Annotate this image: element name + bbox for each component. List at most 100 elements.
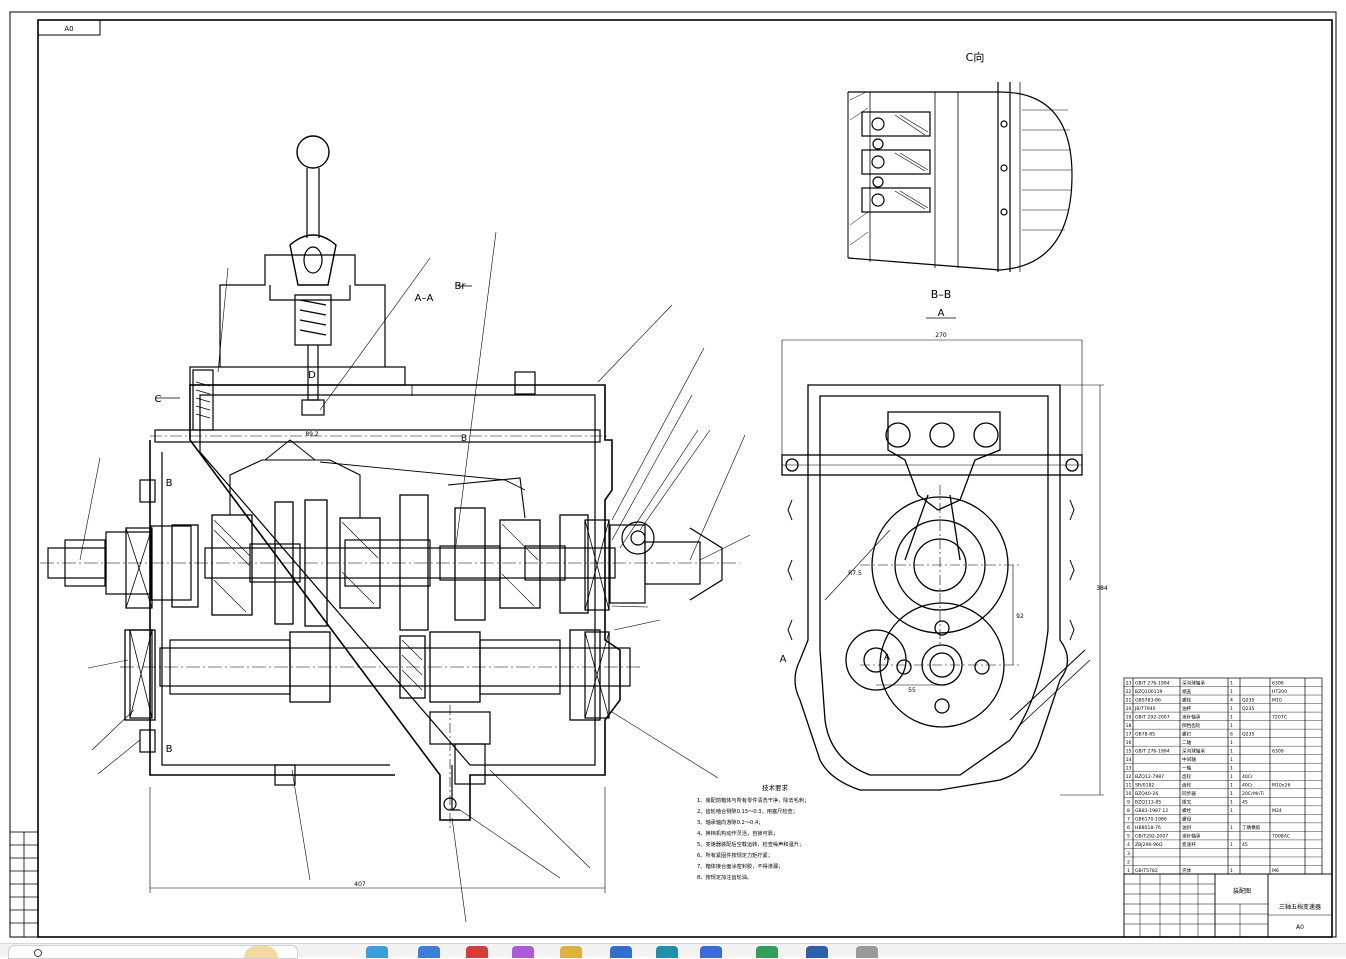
mail-icon[interactable] [610,946,632,958]
bom-cell: BZQ113-85 [1135,800,1161,806]
bom-cell: 1 [1230,825,1233,831]
bom-cell: 16 [1126,740,1132,746]
tech-note-2: 2、齿轮啮合侧隙0.15～0.3，用塞尺检查； [697,807,798,815]
cad-icon[interactable] [700,946,722,958]
tech-notes-title: 技术要求 [762,783,789,792]
bom-cell: 13 [1126,766,1132,772]
bom-cell: GB/T292-2007 [1135,834,1168,840]
bom-cell: GB78-85 [1135,731,1155,737]
bom-cell: SR/0182 [1135,783,1154,789]
bom-cell: 18 [1126,723,1132,729]
bom-cell: 倒档齿轮 [1182,722,1201,729]
taskbar [0,943,1346,959]
bom-cell: 1 [1230,808,1233,814]
sheet-outer-border [9,11,1337,938]
bom-cell: 7 [1127,817,1130,823]
bom-cell: 中间轴 [1182,756,1196,763]
bom-cell: 17 [1126,731,1132,737]
bom-cell: 11 [1126,783,1132,789]
dim-shift-rail: 89.2 [305,431,319,438]
folder-icon[interactable] [560,946,582,958]
section-mark-br: Br [455,281,467,292]
left-margin-strip [9,831,39,938]
sheet-size-text: A0 [64,25,73,33]
bom-cell: 螺钉 [1182,730,1192,737]
bom-cell: GB/T5782 [1135,868,1158,874]
view-aa-label: A–A [415,293,434,304]
explorer-icon[interactable] [366,946,388,958]
bom-cell: M24 [1272,808,1282,814]
bom-cell: BZQ40-26 [1135,791,1158,797]
tech-note-3: 3、轴承轴向游隙0.2～0.4； [697,818,764,826]
bom-cell: 20CrMnTi [1242,791,1264,797]
bom-cell: 20 [1126,706,1132,712]
bom-cell: HT200 [1272,689,1287,695]
bom-cell: 5 [1127,834,1130,840]
app-icon[interactable] [656,946,678,958]
bom-cell: 23 [1126,680,1132,686]
bom-cell: 6306 [1272,680,1284,686]
title-block-label: 装配图 [1233,887,1251,895]
bom-cell: 二轴 [1182,739,1192,746]
bom-cell: 深沟球轴承 [1182,679,1205,686]
bom-cell: 1 [1230,766,1233,772]
tech-note-5: 5、变速器装配后空载运转，检查噪声和温升； [697,840,804,848]
doc-icon[interactable] [806,946,828,958]
bom-cell: 9 [1127,800,1130,806]
bom-cell: JB/T7940 [1134,706,1156,712]
bom-cell: 45 [1242,842,1248,848]
view-c [847,82,1073,272]
title-block-sheet: A0 [1296,924,1304,931]
dim-width-bb: 270 [935,332,947,339]
bom-cell: GB/T 276-1994 [1135,748,1170,754]
bom-cell: BZQ12-7987 [1135,774,1164,780]
bom-cell: 40Cr [1242,774,1253,780]
bom-cell: 拨叉 [1182,799,1192,806]
dim-height-bb: 384 [1096,585,1108,592]
search-icon [34,949,42,957]
weather-widget-icon[interactable] [244,946,278,958]
bom-cell: Q235 [1242,731,1254,737]
bom-cell: 22 [1126,689,1132,695]
sheet-inner-border [37,19,1333,938]
bom-cell: 1 [1230,774,1233,780]
tech-note-1: 1、装配前箱体与所有零件清洗干净，除去毛刺； [697,796,809,804]
viewer-icon[interactable] [756,946,778,958]
bom-cell: 1 [1230,748,1233,754]
bom-cell: M10 [1272,697,1282,703]
section-mark-a-top: A [938,308,945,319]
edge-icon[interactable] [418,946,440,958]
bom-cell: 1 [1230,757,1233,763]
bom-cell: 14 [1126,757,1132,763]
view-bb [781,317,1104,796]
bom-cell: GB5783-86 [1135,697,1161,703]
bom-cell: 螺栓 [1182,696,1192,703]
tech-note-6: 6、所有紧固件按规定力矩拧紧； [697,851,773,859]
bom-cell: 滚针轴承 [1182,713,1201,720]
bom-cell: 1 [1230,723,1233,729]
bom-cell: 1 [1230,791,1233,797]
copilot-icon[interactable] [466,946,488,958]
bom-cell: 4 [1230,697,1233,703]
drawing-viewer: A0 A–A Br C D B B B 89.2 407 C向 B–B A A … [0,0,1346,943]
store-icon[interactable] [512,946,534,958]
settings-icon[interactable] [856,946,878,958]
bom-cell: 丁腈橡胶 [1242,824,1261,831]
bom-cell: 1 [1230,783,1233,789]
bom-cell: 4 [1127,842,1130,848]
section-mark-c: C [155,394,162,405]
bom-cell: 3 [1127,851,1130,857]
bom-cell: 油杯 [1182,705,1192,712]
bom-cell: 1 [1230,706,1233,712]
dim-total-length: 407 [354,881,366,888]
tech-note-4: 4、换档机构动作灵活，自锁可靠； [697,829,778,837]
bom-cell: 1 [1230,842,1233,848]
bom-cell: 1 [1127,868,1130,874]
bom-cell: 19 [1126,714,1132,720]
bom-cell: 15 [1126,748,1132,754]
bom-cell: M10x26 [1272,783,1290,789]
bom-cell: 一轴 [1182,765,1192,772]
bom-rows: 23 GB/T 276-1994 深沟球轴承 1 630622 BZQ100119 端盖 1 H… [1124,679,1322,875]
bom-cell: 壳体 [1182,867,1192,874]
bom-cell: GB/T 292-2007 [1135,714,1170,720]
